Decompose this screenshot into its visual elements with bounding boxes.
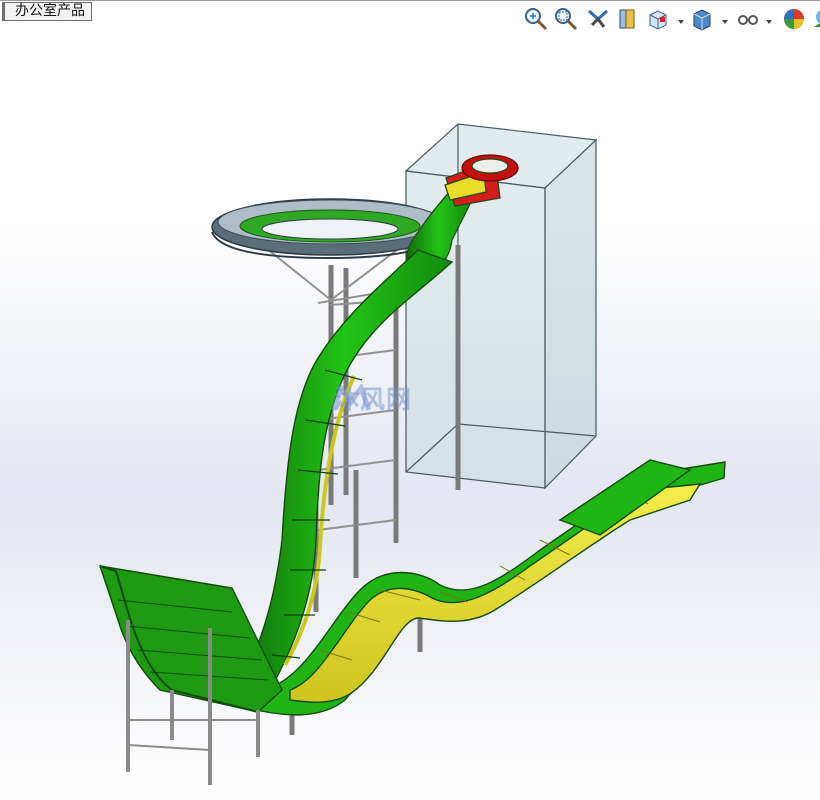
document-tab[interactable]: 办公室产品 — [2, 2, 92, 21]
hide-show-icon[interactable] — [734, 5, 762, 33]
appearance-icon[interactable] — [780, 5, 808, 33]
slide-model-view — [98, 123, 726, 785]
display-style-icon[interactable] — [688, 5, 716, 33]
view-orientation-dropdown-icon[interactable] — [678, 19, 684, 25]
zoom-fit-icon[interactable] — [522, 5, 550, 33]
window-top-border — [0, 0, 820, 1]
zoom-area-icon[interactable] — [552, 5, 580, 33]
graphics-viewport[interactable] — [0, 36, 820, 800]
hide-show-dropdown-icon[interactable] — [766, 19, 772, 25]
view-orientation-icon[interactable] — [644, 5, 672, 33]
runout-slide — [255, 459, 726, 716]
section-view-icon[interactable] — [614, 5, 642, 33]
previous-view-icon[interactable] — [584, 5, 612, 33]
heads-up-view-toolbar — [522, 5, 820, 35]
watermark-text: 沐风网 — [334, 385, 413, 414]
scene-icon[interactable] — [810, 5, 820, 33]
display-style-dropdown-icon[interactable] — [722, 19, 728, 25]
